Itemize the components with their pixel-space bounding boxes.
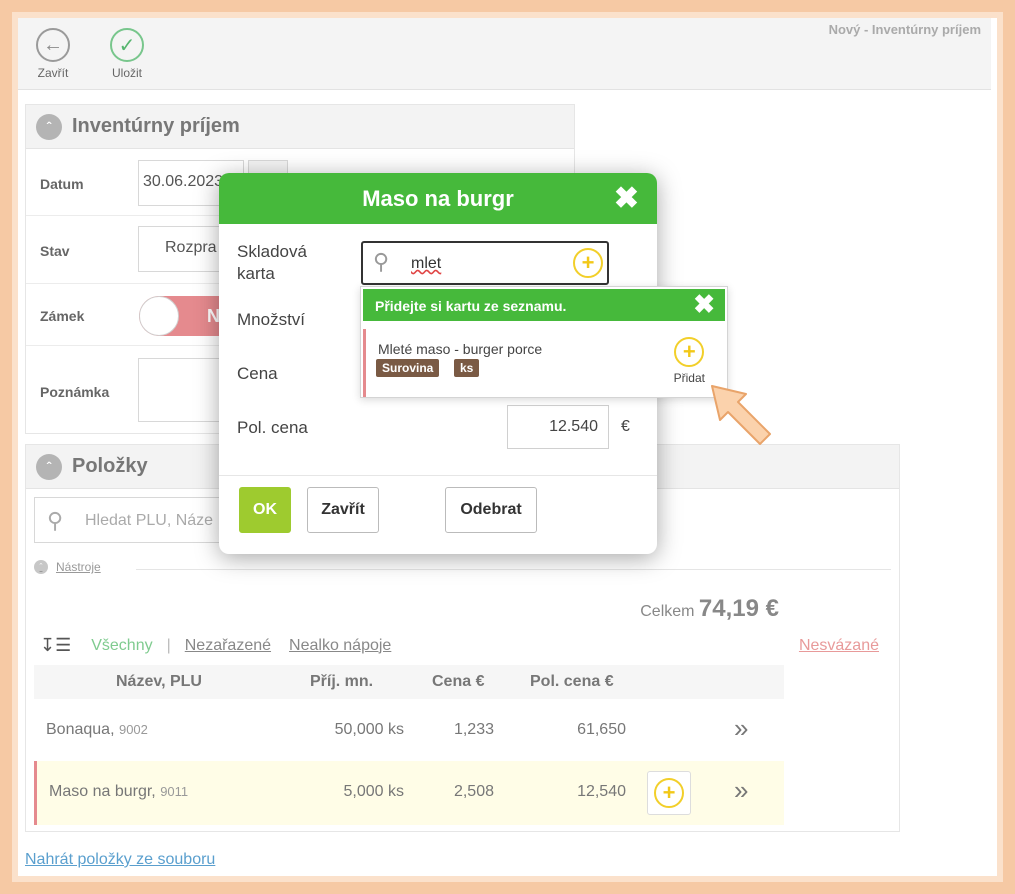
- filter-unbound[interactable]: Nesvázané: [799, 637, 879, 655]
- dropdown-item-name: Mleté maso - burger porce: [378, 341, 543, 357]
- table-header: Název, PLU Příj. mn. Cena € Pol. cena €: [34, 665, 784, 699]
- table-row[interactable]: Bonaqua, 9002 50,000 ks 1,233 61,650 »: [34, 699, 784, 763]
- stock-card-dropdown: Přidejte si kartu ze seznamu. ✖ Mleté ma…: [360, 286, 728, 398]
- row-name: Maso na burgr, 9011: [49, 783, 189, 800]
- modal-close-button[interactable]: Zavřít: [307, 487, 379, 533]
- filter-all[interactable]: Všechny: [91, 637, 152, 655]
- plus-icon: +: [674, 337, 705, 367]
- tag-unit: ks: [454, 359, 480, 377]
- save-button[interactable]: ✓ Uložit: [106, 28, 148, 80]
- plus-icon[interactable]: +: [573, 248, 603, 278]
- remove-button[interactable]: Odebrat: [445, 487, 537, 533]
- currency-symbol: €: [621, 418, 630, 435]
- search-icon: ⚲: [47, 508, 64, 533]
- date-label: Datum: [40, 176, 84, 192]
- close-icon[interactable]: ✖: [614, 173, 639, 224]
- total-summary: Celkem 74,19 €: [640, 595, 779, 623]
- modal-header: Maso na burgr ✖: [219, 173, 657, 224]
- row-price: 1,233: [453, 721, 494, 738]
- price-label: Cena: [237, 364, 278, 383]
- stock-card-search-value: mlet: [411, 255, 442, 272]
- row-detail-arrow[interactable]: »: [734, 775, 748, 806]
- row-name: Bonaqua, 9002: [46, 721, 148, 738]
- app-screen: ← Zavřít ✓ Uložit Nový - Inventúrny príj…: [18, 18, 997, 876]
- column-quantity: Příj. mn.: [310, 673, 374, 690]
- total-label: Celkem: [640, 603, 695, 620]
- search-icon: ⚲: [373, 249, 390, 274]
- add-card-button[interactable]: + Přidat: [674, 337, 705, 385]
- toggle-knob: [139, 296, 179, 336]
- table-row[interactable]: Maso na burgr, 9011 5,000 ks 2,508 12,54…: [34, 761, 784, 825]
- row-quantity: 5,000 ks: [343, 783, 404, 800]
- tools-label: Nástroje: [56, 560, 101, 574]
- ok-button[interactable]: OK: [239, 487, 291, 533]
- modal-footer-divider: [219, 475, 657, 476]
- row-quantity: 50,000 ks: [334, 721, 404, 738]
- column-price: Cena €: [432, 673, 485, 690]
- divider: [136, 569, 891, 570]
- save-button-label: Uložit: [111, 66, 142, 80]
- column-item-price: Pol. cena €: [530, 673, 614, 690]
- quantity-label: Množství: [237, 310, 306, 329]
- items-panel-title: Položky: [72, 455, 148, 477]
- dropdown-item[interactable]: Mleté maso - burger porce Surovina ks + …: [363, 329, 725, 397]
- receipt-panel-title: Inventúrny príjem: [72, 115, 240, 137]
- dropdown-header: Přidejte si kartu ze seznamu. ✖: [363, 289, 725, 321]
- close-button-label: Zavřít: [37, 66, 69, 80]
- checkmark-icon: ✓: [110, 28, 144, 62]
- sort-icon[interactable]: ↧☰: [40, 635, 71, 656]
- row-detail-arrow[interactable]: »: [734, 713, 748, 744]
- stock-card-search-input[interactable]: ⚲ mlet +: [361, 241, 609, 285]
- row-item-price: 12,540: [577, 783, 626, 800]
- filter-separator: |: [166, 636, 171, 654]
- filter-uncategorized[interactable]: Nezařazené: [185, 637, 271, 655]
- import-items-link[interactable]: Nahrát položky ze souboru: [25, 851, 215, 869]
- stock-card-label: Skladová karta: [237, 242, 307, 283]
- add-stock-card-button[interactable]: +: [647, 771, 691, 815]
- column-name: Název, PLU: [116, 673, 202, 690]
- toolbar: ← Zavřít ✓ Uložit Nový - Inventúrny príj…: [18, 18, 991, 90]
- filter-soft-drinks[interactable]: Nealko nápoje: [289, 637, 391, 655]
- row-price: 2,508: [453, 783, 494, 800]
- chevron-up-icon: ˆ: [36, 453, 62, 480]
- close-icon[interactable]: ✖: [693, 289, 715, 320]
- plus-icon: +: [654, 778, 684, 808]
- tools-toggle[interactable]: ˆ Nástroje: [34, 560, 101, 574]
- pointer-arrow-icon: [711, 385, 771, 445]
- items-search-placeholder: Hledat PLU, Náze: [85, 512, 214, 529]
- add-card-label: Přidat: [673, 371, 705, 385]
- total-value: 74,19 €: [698, 595, 779, 622]
- lock-label: Zámek: [40, 308, 85, 324]
- status-label: Stav: [40, 243, 70, 259]
- chevron-up-icon: ˆ: [36, 113, 62, 140]
- chevron-up-icon: ˆ: [34, 560, 48, 574]
- close-button[interactable]: ← Zavřít: [32, 28, 74, 80]
- tag-type: Surovina: [376, 359, 440, 377]
- item-price-label: Pol. cena: [237, 418, 308, 437]
- note-label: Poznámka: [40, 384, 110, 400]
- filter-bar: ↧☰ Všechny | Nezařazené Nealko nápoje: [40, 635, 409, 656]
- row-item-price: 61,650: [577, 721, 626, 738]
- back-arrow-icon: ←: [36, 28, 70, 62]
- item-price-input[interactable]: 12.540: [507, 405, 609, 449]
- modal-title: Maso na burgr: [362, 186, 514, 211]
- receipt-panel-header[interactable]: ˆ Inventúrny príjem: [26, 105, 574, 149]
- dropdown-header-text: Přidejte si kartu ze seznamu.: [375, 298, 567, 314]
- window-title: Nový - Inventúrny príjem: [828, 22, 981, 37]
